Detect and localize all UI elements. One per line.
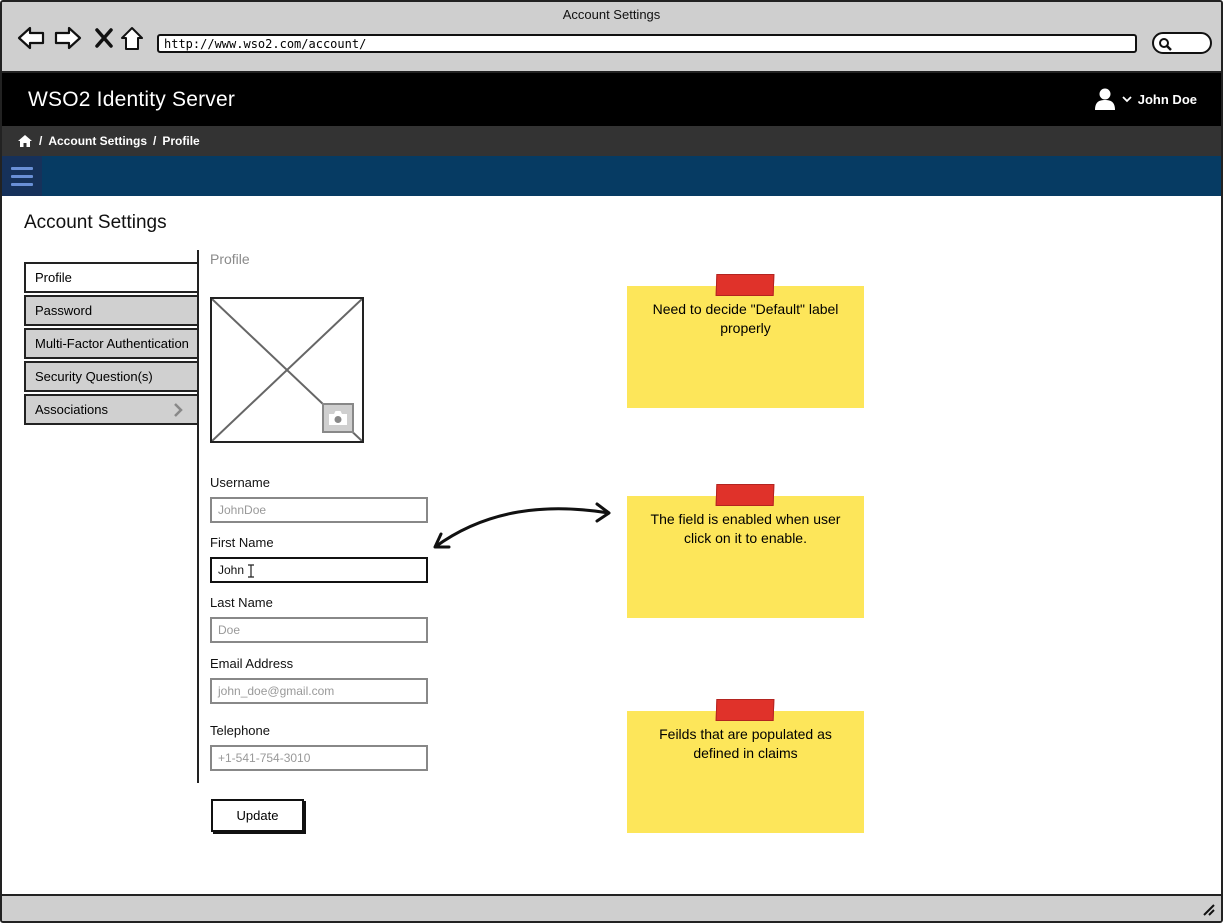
text-cursor-icon <box>248 564 254 578</box>
stop-icon[interactable] <box>89 24 119 52</box>
sticky-note: The field is enabled when user click on … <box>627 496 864 618</box>
chevron-right-icon <box>174 403 183 417</box>
app-header: WSO2 Identity Server John Doe <box>2 73 1221 126</box>
username-field[interactable]: JohnDoe <box>210 497 428 523</box>
last-name-label: Last Name <box>210 595 273 610</box>
section-label: Profile <box>210 251 250 267</box>
nav-bar <box>2 156 1221 196</box>
chevron-down-icon <box>1122 96 1132 103</box>
browser-search-field[interactable] <box>1152 32 1212 54</box>
hamburger-menu-icon[interactable] <box>2 156 42 196</box>
tab-security-questions[interactable]: Security Question(s) <box>24 361 199 392</box>
change-photo-button[interactable] <box>322 403 354 433</box>
note-text: Feilds that are populated as defined in … <box>659 726 832 761</box>
annotation-arrow-icon <box>433 502 611 549</box>
tape-decoration <box>715 484 775 506</box>
search-icon <box>1159 38 1172 51</box>
user-name: John Doe <box>1137 91 1197 107</box>
resize-grip-icon[interactable] <box>1201 902 1215 916</box>
tab-label: Profile <box>35 270 72 285</box>
tab-password[interactable]: Password <box>24 295 199 326</box>
user-icon <box>1094 88 1115 110</box>
update-button[interactable]: Update <box>211 799 304 832</box>
telephone-field[interactable]: +1-541-754-3010 <box>210 745 428 771</box>
first-name-label: First Name <box>210 535 274 550</box>
last-name-field[interactable]: Doe <box>210 617 428 643</box>
tab-multi-factor-authentication[interactable]: Multi-Factor Authentication <box>24 328 199 359</box>
tab-label: Password <box>35 303 93 318</box>
sticky-note: Need to decide "Default" label properly <box>627 286 864 408</box>
tab-panel-divider <box>197 250 199 783</box>
tab-profile[interactable]: Profile <box>24 262 199 293</box>
tape-decoration <box>715 699 775 721</box>
forward-icon[interactable] <box>53 24 83 52</box>
breadcrumb-account-settings[interactable]: Account Settings <box>48 134 147 148</box>
telephone-label: Telephone <box>210 723 270 738</box>
browser-chrome: Account Settings http://www.wso2.com/acc… <box>2 2 1221 73</box>
username-label: Username <box>210 475 270 490</box>
profile-image-placeholder <box>210 297 364 443</box>
breadcrumb-separator: / <box>39 134 43 148</box>
home-icon[interactable] <box>117 24 147 52</box>
camera-icon <box>329 411 347 425</box>
browser-window: Account Settings http://www.wso2.com/acc… <box>0 0 1223 923</box>
tab-label: Security Question(s) <box>35 369 153 384</box>
first-name-field[interactable]: John <box>210 557 428 583</box>
sticky-note: Feilds that are populated as defined in … <box>627 711 864 833</box>
settings-side-tabs: Profile Password Multi-Factor Authentica… <box>24 262 199 427</box>
browser-status-bar <box>2 894 1221 921</box>
tab-label: Multi-Factor Authentication <box>35 336 189 351</box>
page-title: Account Settings <box>24 212 167 233</box>
tab-label: Associations <box>35 402 108 417</box>
window-title: Account Settings <box>562 7 661 22</box>
breadcrumb: / Account Settings / Profile <box>2 126 1221 156</box>
email-field[interactable]: john_doe@gmail.com <box>210 678 428 704</box>
note-text: The field is enabled when user click on … <box>650 511 841 546</box>
tab-associations[interactable]: Associations <box>24 394 199 425</box>
app-title: WSO2 Identity Server <box>28 88 236 111</box>
home-icon[interactable] <box>17 134 33 148</box>
note-text: Need to decide "Default" label properly <box>652 301 839 336</box>
back-icon[interactable] <box>16 24 46 52</box>
breadcrumb-profile: Profile <box>162 134 200 148</box>
tape-decoration <box>715 274 775 296</box>
breadcrumb-separator: / <box>153 134 157 148</box>
url-bar[interactable]: http://www.wso2.com/account/ <box>157 34 1137 53</box>
email-label: Email Address <box>210 656 294 671</box>
user-menu[interactable]: John Doe <box>1094 87 1197 111</box>
